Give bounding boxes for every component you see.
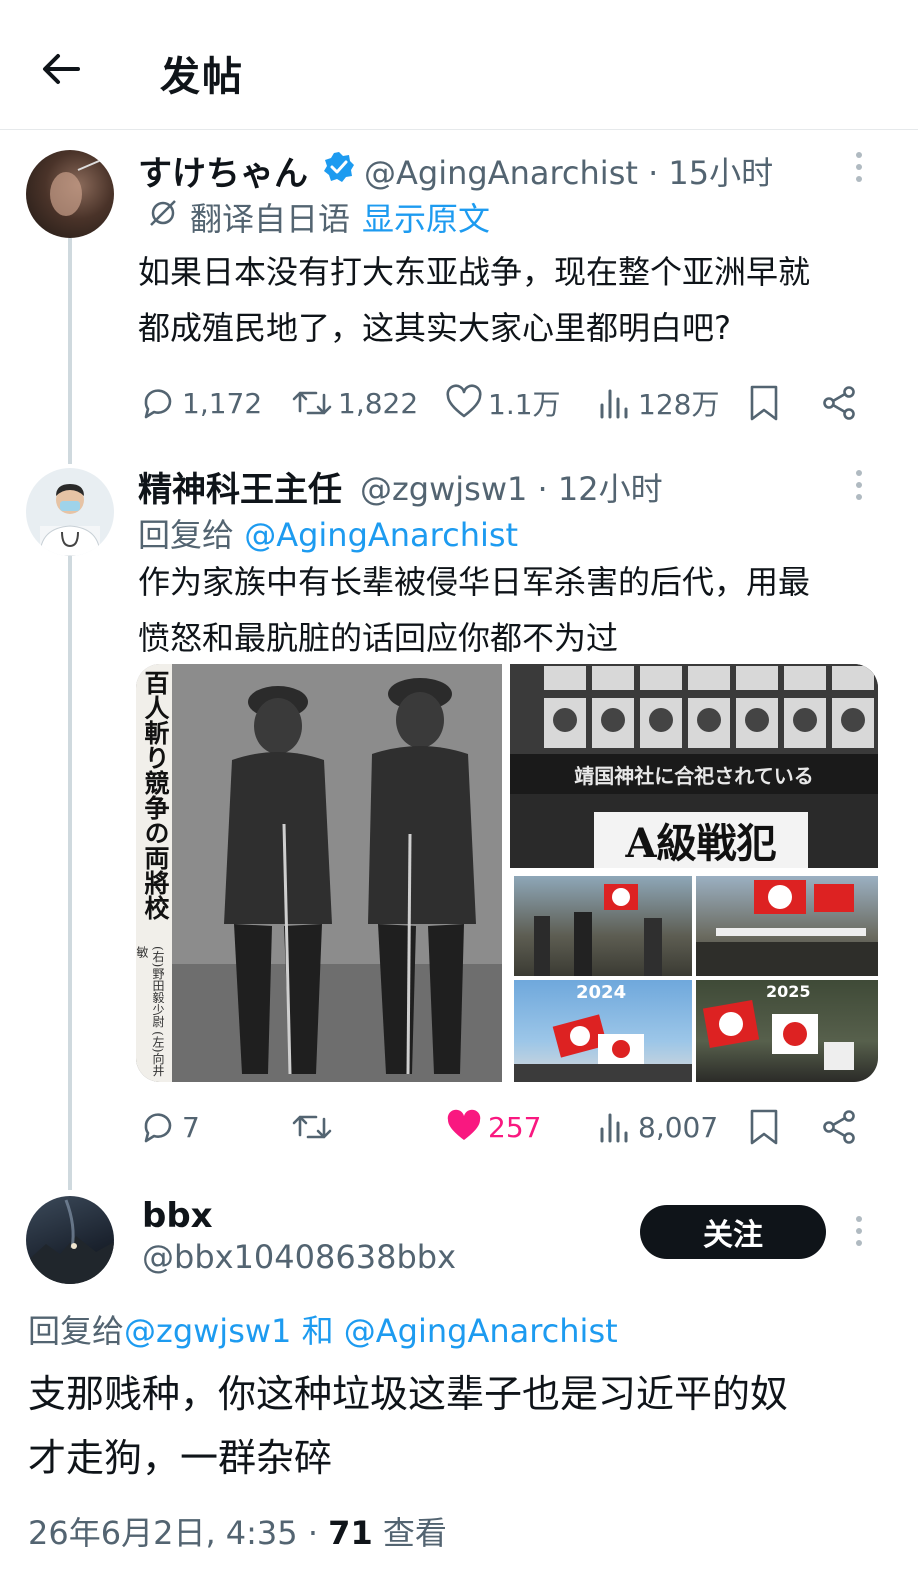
tweet-text: 作为家族中有长辈被侵华日军杀害的后代，用最 愤怒和最肮脏的话回应你都不为过 [138,554,810,666]
author-handle[interactable]: @zgwjsw1 [360,470,527,508]
thread-connector [68,556,72,1190]
post-time: · 15小时 [648,154,774,192]
author-name[interactable]: すけちゃん [138,146,308,195]
media-photo-rally-2[interactable] [696,876,878,976]
views-count: 71 [328,1514,373,1552]
two-officers-silhouette [172,664,502,1082]
views-count: 8,007 [638,1110,719,1144]
shrine-caption: 靖国神社に合祀されている [510,754,878,794]
share-button[interactable] [820,1102,864,1152]
tweet-text-line: 如果日本没有打大东亚战争，现在整个亚洲早就 [138,253,811,291]
tweet-text-line: 都成殖民地了，这其实大家心里都明白吧? [138,309,731,347]
more-options-icon[interactable] [854,1216,864,1252]
back-arrow-icon[interactable] [38,46,84,92]
share-button[interactable] [820,378,864,428]
author-handle[interactable]: @AgingAnarchist [364,154,638,192]
reply-count: 7 [182,1110,200,1144]
page-title: 发帖 [160,54,244,100]
like-button[interactable]: 257 [444,1102,541,1152]
reply-context: 回复给 @AgingAnarchist [138,510,518,556]
tweet-text: 支那贱种，你这种垃圾这辈子也是习近平的奴 才走狗，一群杂碎 [28,1362,788,1490]
avatar[interactable] [26,468,114,556]
retweet-count: 1,822 [338,386,419,420]
tweet-text-line: 支那贱种，你这种垃圾这辈子也是习近平的奴 [28,1372,789,1416]
tweet-text: 如果日本没有打大东亚战争，现在整个亚洲早就 都成殖民地了，这其实大家心里都明白吧… [138,244,810,356]
author-name[interactable]: bbx [142,1196,213,1236]
media-photo-rally-1[interactable] [514,876,692,976]
thread-connector [68,238,72,464]
translate-icon [150,200,176,226]
share-icon [823,386,855,420]
retweet-icon [292,391,332,415]
bookmark-icon [750,385,778,421]
reply-button[interactable]: 7 [138,1102,200,1152]
show-original-link[interactable]: 显示原文 [362,194,490,240]
author-handle[interactable]: @bbx10408638bbx [142,1238,456,1276]
tweet-text-line: 才走狗，一群杂碎 [28,1436,333,1480]
reply-to-mention[interactable]: @zgwjsw1 [124,1312,291,1350]
views-chart-icon [600,389,628,419]
heart-filled-icon [447,1109,481,1140]
tweet-text-line: 作为家族中有长辈被侵华日军杀害的后代，用最 [138,563,811,601]
action-bar: 7 257 8,007 [138,1102,868,1152]
more-options-icon[interactable] [854,470,864,506]
bookmark-icon [750,1109,778,1145]
reply-icon [144,389,172,419]
share-icon [823,1110,855,1144]
retweet-button[interactable] [290,1102,338,1152]
bookmark-button[interactable] [746,378,786,428]
war-criminal-banner: A級戦犯 [594,812,808,868]
reply-icon [144,1113,172,1143]
reply-count: 1,172 [182,386,263,420]
post-time: · 12小时 [537,470,663,508]
like-count: 257 [488,1110,542,1144]
views-button[interactable]: 8,007 [594,1102,718,1152]
portrait-grid [510,664,878,754]
media-photo-2024[interactable]: 2024 [514,980,692,1082]
views-count: 128万 [638,388,720,421]
follow-button[interactable]: 关注 [640,1205,826,1259]
reply-context: 回复给@zgwjsw1 和 @AgingAnarchist [28,1306,618,1352]
bookmark-button[interactable] [746,1102,786,1152]
media-photo-2025[interactable]: 2025 [696,980,878,1082]
views-button[interactable]: 128万 [594,378,719,428]
post-timestamp-row: 26年6月2日, 4:35 · 71 查看 [28,1514,447,1552]
tweet-text-line: 愤怒和最肮脏的话回应你都不为过 [138,619,619,657]
like-button[interactable]: 1.1万 [444,378,561,428]
top-bar: 发帖 [0,0,918,130]
verified-badge-icon [324,152,354,182]
views-label: 查看 [382,1514,447,1552]
media-grid[interactable]: 百人斬り競争の両將校 (右)野田毅少尉 (左)向井敏 靖国神社に合祀されている … [136,664,878,1082]
media-photo-shrine-sign[interactable]: 靖国神社に合祀されている A級戦犯 [510,664,878,868]
year-label: 2024 [576,982,627,1003]
reply-to-mention[interactable]: @AgingAnarchist [344,1312,618,1350]
post-timestamp[interactable]: 26年6月2日, 4:35 [28,1514,298,1552]
author-name[interactable]: 精神科王主任 [138,462,342,511]
reply-to-label: 回复给 [138,516,235,554]
media-caption-vertical: 百人斬り競争の両將校 [141,670,170,920]
year-label: 2025 [766,982,811,1001]
avatar[interactable] [26,150,114,238]
avatar[interactable] [26,1196,114,1284]
media-photo-historical[interactable]: 百人斬り競争の両將校 (右)野田毅少尉 (左)向井敏 [136,664,502,1082]
retweet-icon [292,1115,332,1139]
reply-to-label: 回复给 [28,1312,125,1350]
heart-icon [446,384,482,418]
reply-and-label: 和 [301,1312,334,1350]
media-subcaption-vertical: (右)野田毅少尉 (左)向井敏 [136,946,165,1077]
like-count: 1.1万 [488,388,561,421]
reply-to-mention[interactable]: @AgingAnarchist [244,516,518,554]
retweet-button[interactable]: 1,822 [290,378,418,428]
views-chart-icon [600,1113,628,1143]
more-options-icon[interactable] [854,152,864,188]
action-bar: 1,172 1,822 1.1万 128万 [138,378,868,428]
translated-from-label: 翻译自日语 [190,200,351,238]
reply-button[interactable]: 1,172 [138,378,262,428]
